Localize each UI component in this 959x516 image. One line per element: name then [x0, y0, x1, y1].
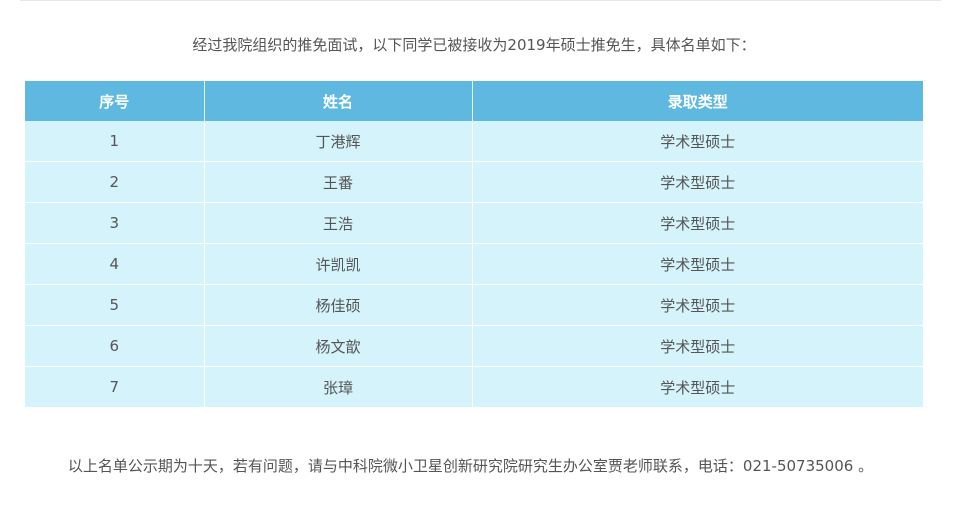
cell-seq: 7 [25, 366, 205, 407]
cell-seq: 3 [25, 202, 205, 244]
header-name: 姓名 [204, 81, 473, 121]
cell-seq: 1 [25, 121, 205, 162]
cell-type: 学术型硕士 [472, 284, 923, 326]
footer-notice: 以上名单公示期为十天，若有问题，请与中科院微小卫星创新研究院研究生办公室贾老师联… [67, 457, 874, 475]
table-row: 2 王番 学术型硕士 [25, 161, 923, 203]
cell-name: 王浩 [204, 202, 473, 244]
cell-seq: 6 [25, 325, 205, 367]
intro-paragraph: 经过我院组织的推免面试，以下同学已被接收为2019年硕士推免生，具体名单如下： [192, 36, 756, 54]
cell-type: 学术型硕士 [472, 161, 923, 203]
cell-name: 王番 [204, 161, 473, 203]
header-seq: 序号 [25, 81, 205, 121]
table-row: 6 杨文歆 学术型硕士 [25, 325, 923, 367]
cell-name: 丁港辉 [204, 121, 473, 162]
table-row: 4 许凯凯 学术型硕士 [25, 243, 923, 285]
cell-name: 杨佳硕 [204, 284, 473, 326]
table-row: 1 丁港辉 学术型硕士 [25, 121, 923, 162]
cell-seq: 4 [25, 243, 205, 285]
cell-type: 学术型硕士 [472, 243, 923, 285]
cell-seq: 2 [25, 161, 205, 203]
table-header-row: 序号 姓名 录取类型 [25, 81, 923, 121]
cell-name: 张璋 [204, 366, 473, 407]
cell-seq: 5 [25, 284, 205, 326]
admission-table: 序号 姓名 录取类型 1 丁港辉 学术型硕士 2 王番 学术型硕士 3 王浩 学… [25, 81, 923, 407]
top-divider [20, 0, 941, 1]
header-type: 录取类型 [472, 81, 923, 121]
table-row: 3 王浩 学术型硕士 [25, 202, 923, 244]
cell-name: 杨文歆 [204, 325, 473, 367]
cell-type: 学术型硕士 [472, 121, 923, 162]
cell-type: 学术型硕士 [472, 366, 923, 407]
cell-type: 学术型硕士 [472, 325, 923, 367]
table-row: 7 张璋 学术型硕士 [25, 366, 923, 407]
cell-name: 许凯凯 [204, 243, 473, 285]
cell-type: 学术型硕士 [472, 202, 923, 244]
table-row: 5 杨佳硕 学术型硕士 [25, 284, 923, 326]
